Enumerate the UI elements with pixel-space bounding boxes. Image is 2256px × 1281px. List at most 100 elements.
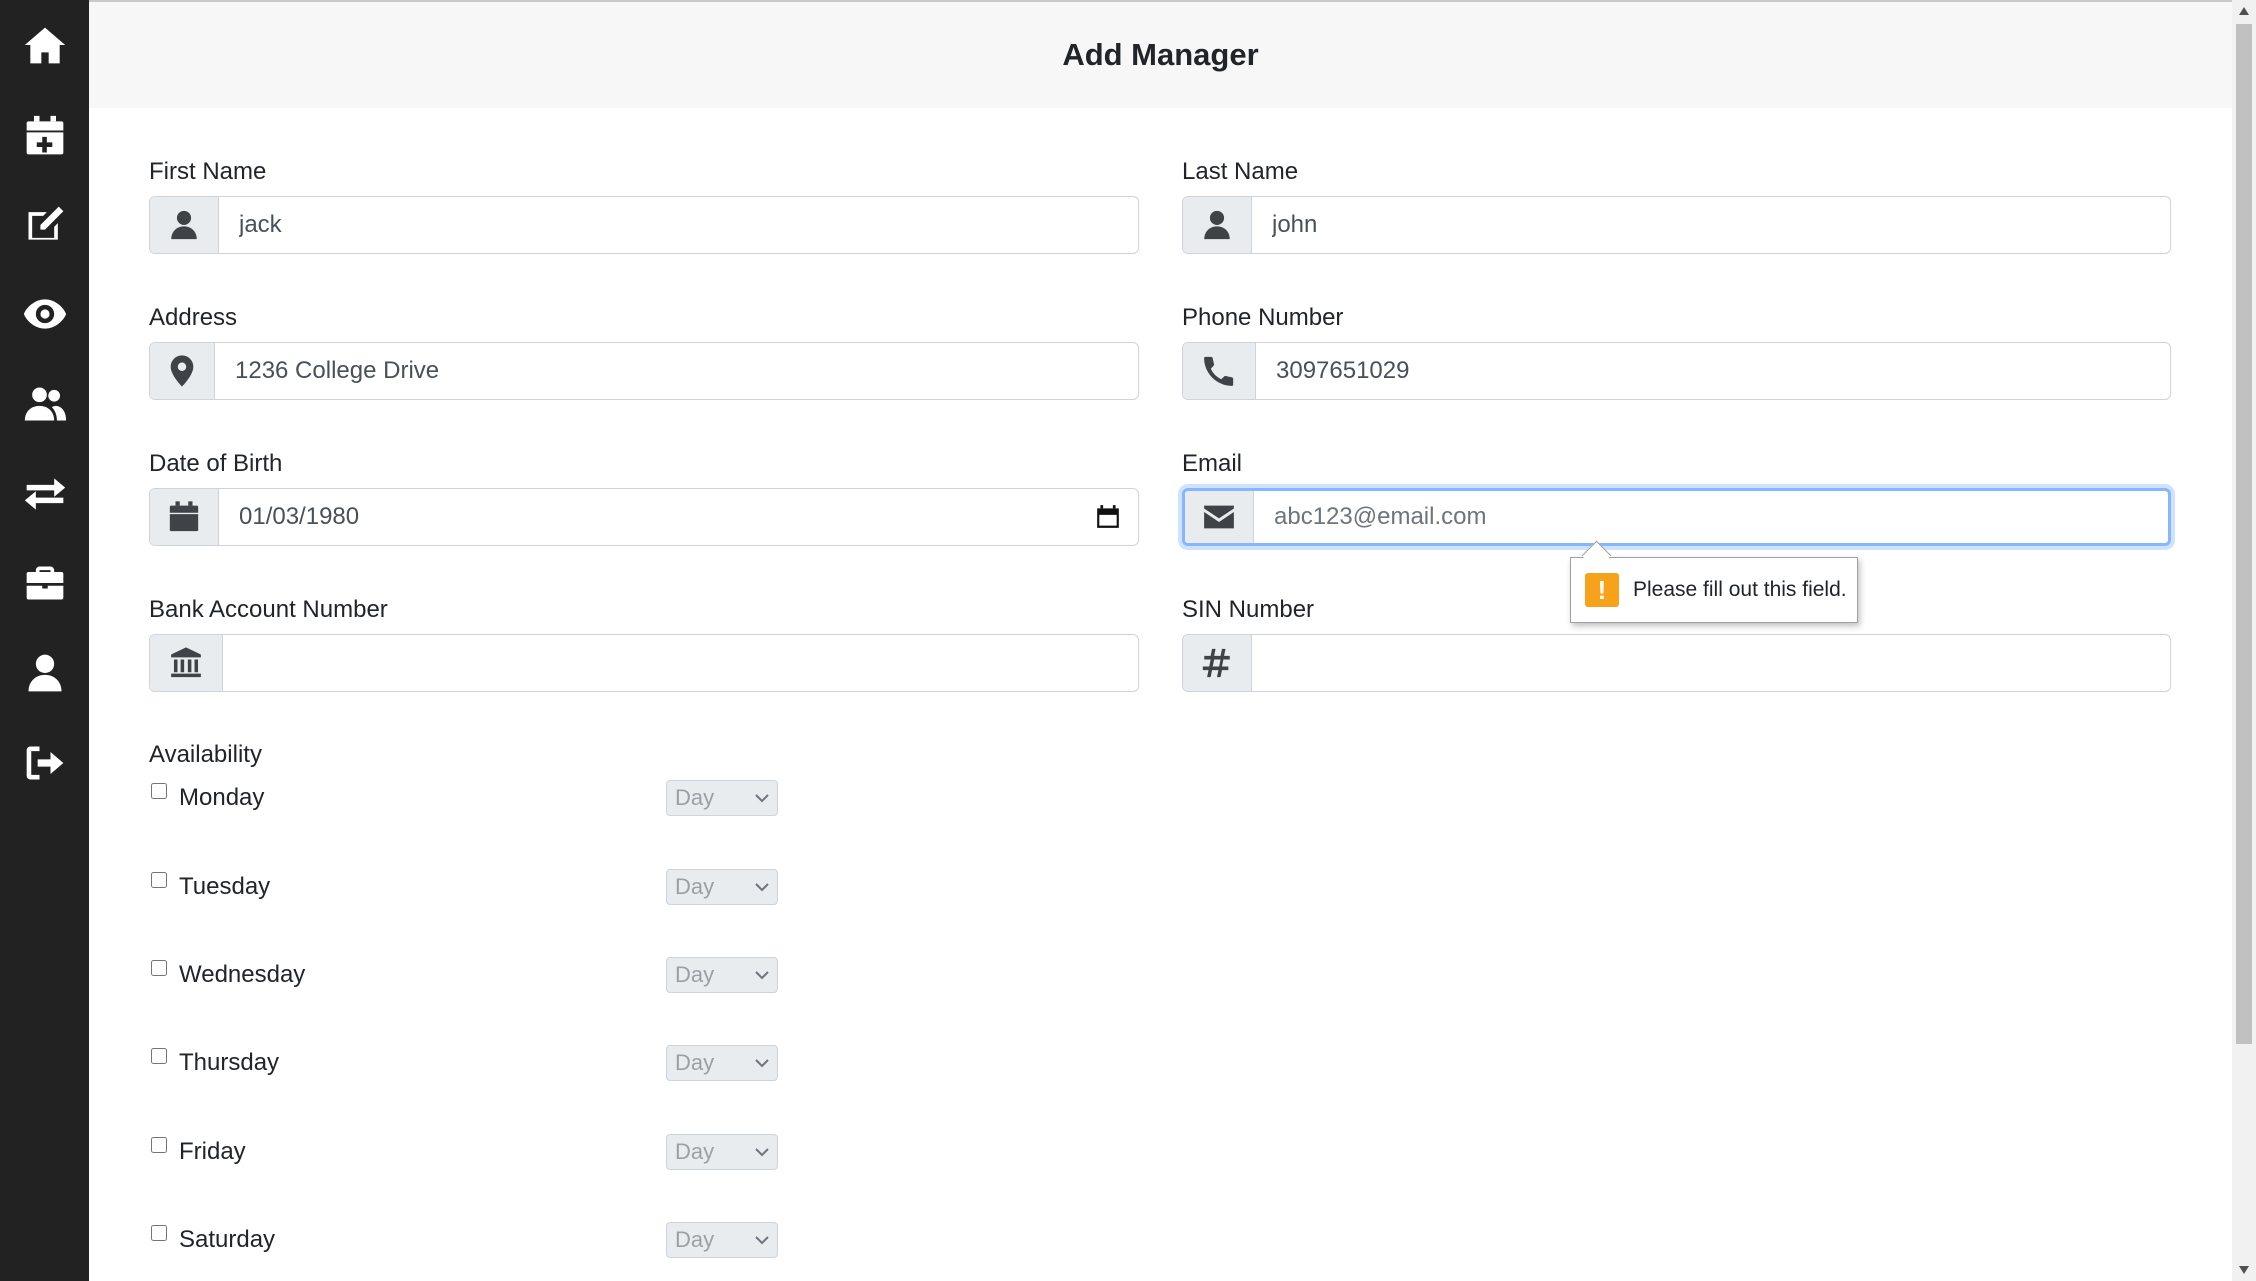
edit-icon: [28, 206, 63, 240]
user-icon: [1204, 210, 1230, 240]
monday-select[interactable]: Day: [666, 780, 778, 816]
availability-title: Availability: [149, 741, 262, 768]
tuesday-checkbox[interactable]: [151, 872, 167, 888]
friday-checkbox[interactable]: [151, 1137, 167, 1153]
calendar-plus-icon: [26, 115, 63, 154]
saturday-select-value: Day: [675, 1227, 715, 1252]
user-icon: [28, 654, 61, 691]
friday-select-value: Day: [675, 1139, 715, 1164]
scroll-thumb[interactable]: [2236, 24, 2252, 1044]
monday-checkbox[interactable]: [151, 783, 167, 799]
first-name-input[interactable]: [219, 197, 1138, 253]
envelope-icon: [1204, 505, 1234, 529]
dob-label: Date of Birth: [149, 450, 283, 477]
nav-jobs[interactable]: [0, 538, 89, 627]
phone-input[interactable]: [1256, 343, 2170, 399]
email-input[interactable]: [1254, 491, 2168, 543]
page-scrollbar[interactable]: [2232, 0, 2256, 1281]
nav-home[interactable]: [0, 0, 89, 89]
sidebar: [0, 0, 89, 1281]
thursday-checkbox[interactable]: [151, 1048, 167, 1064]
tuesday-select[interactable]: Day: [666, 869, 778, 905]
date-picker-button[interactable]: [1078, 489, 1138, 545]
first-name-addon: [150, 197, 219, 253]
eye-icon: [23, 298, 66, 329]
email-group: [1182, 488, 2171, 546]
chevron-down-icon: [755, 1059, 769, 1068]
wednesday-checkbox[interactable]: [151, 960, 167, 976]
bank-field: Bank Account Number: [149, 596, 1139, 692]
thursday-select[interactable]: Day: [666, 1045, 778, 1081]
last-name-field: Last Name: [1182, 158, 2171, 254]
nav-users[interactable]: [0, 359, 89, 448]
scroll-down-arrow-icon[interactable]: [2238, 1265, 2250, 1275]
sign-out-icon: [26, 746, 63, 779]
email-label: Email: [1182, 450, 1243, 477]
nav-add-schedule[interactable]: [0, 91, 89, 180]
wednesday-select[interactable]: Day: [666, 957, 778, 993]
page-header: Add Manager: [89, 0, 2232, 108]
nav-view[interactable]: [0, 269, 89, 358]
bank-group: [149, 634, 1139, 692]
dob-field: Date of Birth: [149, 450, 1139, 546]
sin-addon: [1183, 635, 1252, 691]
first-name-label: First Name: [149, 158, 267, 185]
last-name-addon: [1183, 197, 1252, 253]
availability-row-tuesday: Tuesday Day: [149, 869, 779, 905]
chevron-down-icon: [755, 794, 769, 803]
address-input[interactable]: [215, 343, 1138, 399]
nav-edit[interactable]: [0, 180, 89, 269]
thursday-label: Thursday: [179, 1049, 280, 1076]
wednesday-select-value: Day: [675, 962, 715, 987]
calendar-icon: [169, 501, 199, 532]
first-name-field: First Name: [149, 158, 1139, 254]
chevron-down-icon: [755, 971, 769, 980]
map-marker-icon: [170, 355, 194, 387]
phone-icon: [1204, 356, 1234, 386]
phone-group: [1182, 342, 2171, 400]
friday-label: Friday: [179, 1138, 246, 1165]
nav-profile[interactable]: [0, 628, 89, 717]
first-name-group: [149, 196, 1139, 254]
availability-row-thursday: Thursday Day: [149, 1045, 779, 1081]
hashtag-icon: [1202, 648, 1230, 678]
home-icon: [24, 27, 65, 63]
phone-field: Phone Number: [1182, 304, 2171, 400]
chevron-down-icon: [755, 1148, 769, 1157]
nav-transfer[interactable]: [0, 449, 89, 538]
address-group: [149, 342, 1139, 400]
chevron-down-icon: [755, 1236, 769, 1245]
bank-input[interactable]: [223, 635, 1138, 691]
sin-input[interactable]: [1252, 635, 2170, 691]
users-icon: [24, 387, 66, 420]
last-name-group: [1182, 196, 2171, 254]
tuesday-select-value: Day: [675, 874, 715, 899]
availability-row-monday: Monday Day: [149, 780, 779, 816]
monday-label: Monday: [179, 784, 265, 811]
sin-group: [1182, 634, 2171, 692]
thursday-select-value: Day: [675, 1050, 715, 1075]
wednesday-label: Wednesday: [179, 961, 306, 988]
saturday-select[interactable]: Day: [666, 1222, 778, 1258]
monday-select-value: Day: [675, 785, 715, 810]
validation-message: Please fill out this field.: [1633, 578, 1847, 601]
user-icon: [171, 210, 197, 240]
bank-icon: [171, 647, 201, 678]
availability-row-friday: Friday Day: [149, 1134, 779, 1170]
scroll-up-arrow-icon[interactable]: [2238, 6, 2250, 16]
validation-tooltip: ! Please fill out this field.: [1570, 557, 1858, 623]
dob-addon: [150, 489, 219, 545]
dob-input[interactable]: [219, 489, 1078, 545]
friday-select[interactable]: Day: [666, 1134, 778, 1170]
briefcase-icon: [26, 566, 63, 599]
bank-addon: [150, 635, 223, 691]
last-name-input[interactable]: [1252, 197, 2170, 253]
calendar-picker-icon: [1097, 505, 1119, 528]
saturday-checkbox[interactable]: [151, 1225, 167, 1241]
address-label: Address: [149, 304, 238, 331]
phone-addon: [1183, 343, 1256, 399]
nav-logout[interactable]: [0, 718, 89, 807]
page-title: Add Manager: [1062, 37, 1259, 72]
saturday-label: Saturday: [179, 1226, 276, 1253]
availability-row-saturday: Saturday Day: [149, 1222, 779, 1258]
